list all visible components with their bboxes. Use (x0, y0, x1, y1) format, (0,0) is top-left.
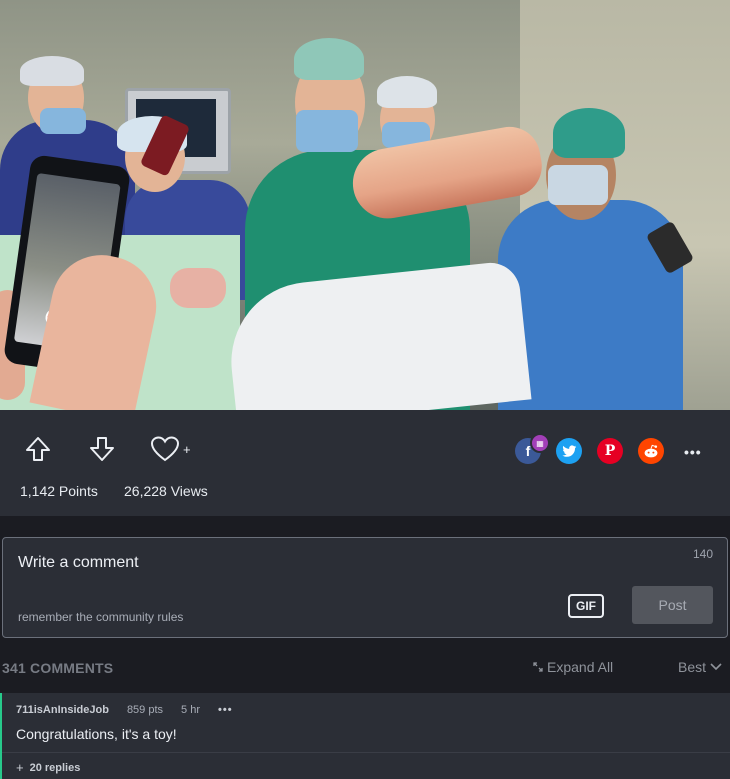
pinterest-icon: P (604, 443, 616, 459)
post-page: + 1,142 Points 26,228 Views f P ••• ▦ Wr… (0, 0, 730, 779)
image-mask (296, 110, 358, 152)
sort-dropdown[interactable]: Best (678, 659, 722, 675)
pinterest-share-button[interactable]: P (597, 438, 623, 464)
comment-points: 859 pts (126, 704, 164, 716)
comment-author[interactable]: 711isAnInsideJob (16, 704, 109, 716)
action-bar: + 1,142 Points 26,228 Views f P ••• (0, 410, 730, 516)
twitter-share-button[interactable] (556, 438, 582, 464)
grid-badge-icon: ▦ (530, 433, 550, 453)
image-cap (553, 108, 625, 158)
community-rules-note: remember the community rules (18, 610, 184, 624)
more-options-button[interactable]: ••• (684, 444, 702, 460)
comments-count: 341 COMMENTS (2, 660, 114, 676)
char-counter: 140 (692, 547, 713, 561)
comment-divider (2, 752, 730, 753)
gif-button[interactable]: GIF (568, 594, 604, 618)
expand-all-label: Expand All (547, 659, 614, 675)
sort-label: Best (678, 659, 707, 675)
upvote-arrow-icon (26, 437, 50, 461)
expand-all-button[interactable]: Expand All (533, 659, 613, 675)
comment-options-button[interactable]: ••• (218, 704, 233, 716)
image-cap (294, 38, 364, 80)
show-replies-button[interactable]: + 20 replies (16, 760, 80, 775)
reddit-icon (644, 444, 658, 458)
gif-label: GIF (576, 599, 596, 613)
chevron-down-icon (710, 663, 722, 671)
points-count: 1,142 Points (20, 483, 98, 499)
upvote-button[interactable] (21, 432, 55, 466)
downvote-arrow-icon (90, 437, 114, 461)
comment-input[interactable] (18, 552, 538, 574)
heart-icon (150, 436, 180, 462)
plus-icon: + (16, 760, 24, 775)
post-label: Post (658, 597, 687, 613)
twitter-icon (561, 444, 576, 457)
post-image[interactable] (0, 0, 730, 410)
downvote-button[interactable] (85, 432, 119, 466)
reddit-share-button[interactable] (638, 438, 664, 464)
replies-label: 20 replies (29, 761, 81, 774)
views-count: 26,228 Views (124, 483, 208, 499)
comment-meta: 711isAnInsideJob 859 pts 5 hr ••• (16, 704, 233, 716)
comment-item: 711isAnInsideJob 859 pts 5 hr ••• Congra… (0, 693, 730, 779)
image-cap (20, 56, 84, 86)
image-mask (548, 165, 608, 205)
comment-text: Congratulations, it's a toy! (16, 726, 177, 742)
image-mask (40, 108, 86, 134)
comment-box: 140 remember the community rules GIF Pos… (2, 537, 728, 638)
post-comment-button[interactable]: Post (632, 586, 713, 624)
expand-icon (533, 662, 543, 672)
favorite-button[interactable]: + (150, 432, 200, 466)
comment-time: 5 hr (181, 704, 200, 716)
favorite-plus: + (183, 441, 191, 457)
image-glove (170, 268, 226, 308)
image-cap (377, 76, 437, 108)
